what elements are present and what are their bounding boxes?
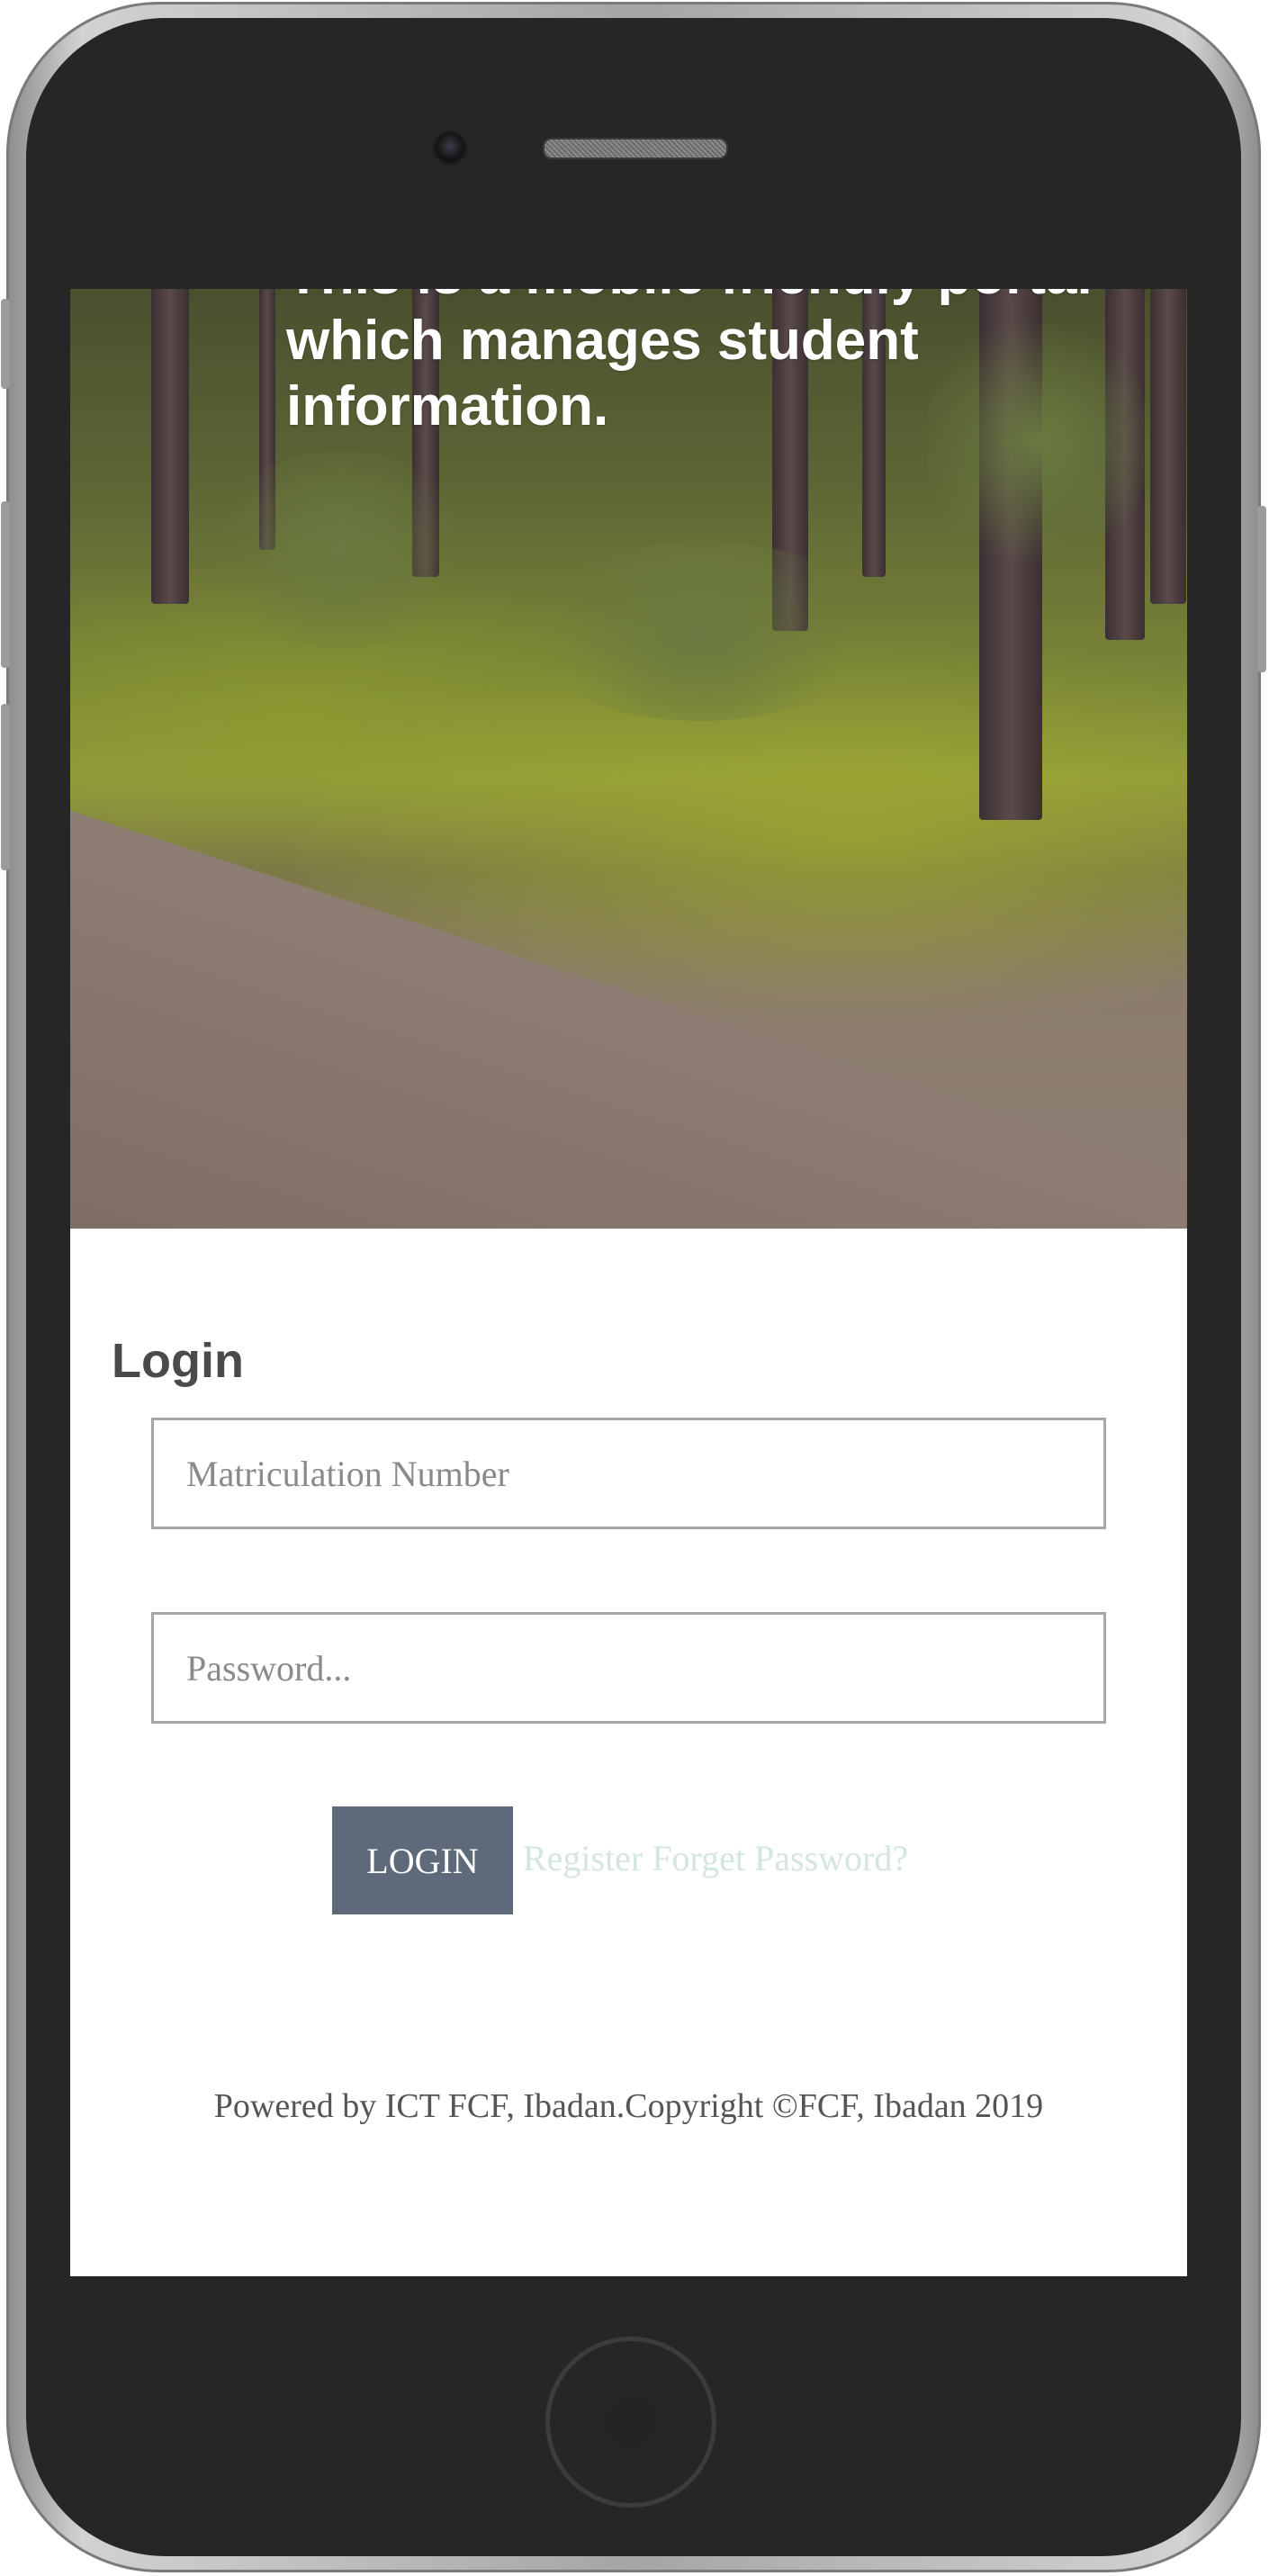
tree-trunk [151, 289, 189, 604]
hero-path [70, 793, 1187, 1229]
hero-banner: This is a mobile friendly portal which m… [70, 289, 1187, 1229]
power-button [1257, 506, 1266, 672]
volume-down-button [1, 704, 10, 870]
hero-tagline: This is a mobile friendly portal which m… [286, 289, 1093, 437]
matriculation-number-input[interactable] [151, 1418, 1106, 1529]
foliage [205, 451, 475, 649]
login-button[interactable]: LOGIN [332, 1806, 513, 1914]
front-camera [433, 131, 467, 165]
footer-copyright: Powered by ICT FCF, Ibadan.Copyright ©FC… [213, 2087, 1044, 2125]
password-input[interactable] [151, 1612, 1106, 1724]
earpiece-speaker [543, 138, 728, 159]
forget-password-link[interactable]: Forget Password? [652, 1838, 908, 1878]
auth-links: Register Forget Password? [523, 1837, 908, 1879]
foliage [520, 541, 880, 721]
volume-up-button [1, 501, 10, 668]
tree-trunk [1150, 289, 1186, 604]
login-heading: Login [112, 1334, 244, 1388]
home-button[interactable] [545, 2337, 716, 2508]
mute-switch [1, 299, 10, 389]
register-link[interactable]: Register [523, 1838, 643, 1878]
screen: This is a mobile friendly portal which m… [70, 289, 1187, 2276]
